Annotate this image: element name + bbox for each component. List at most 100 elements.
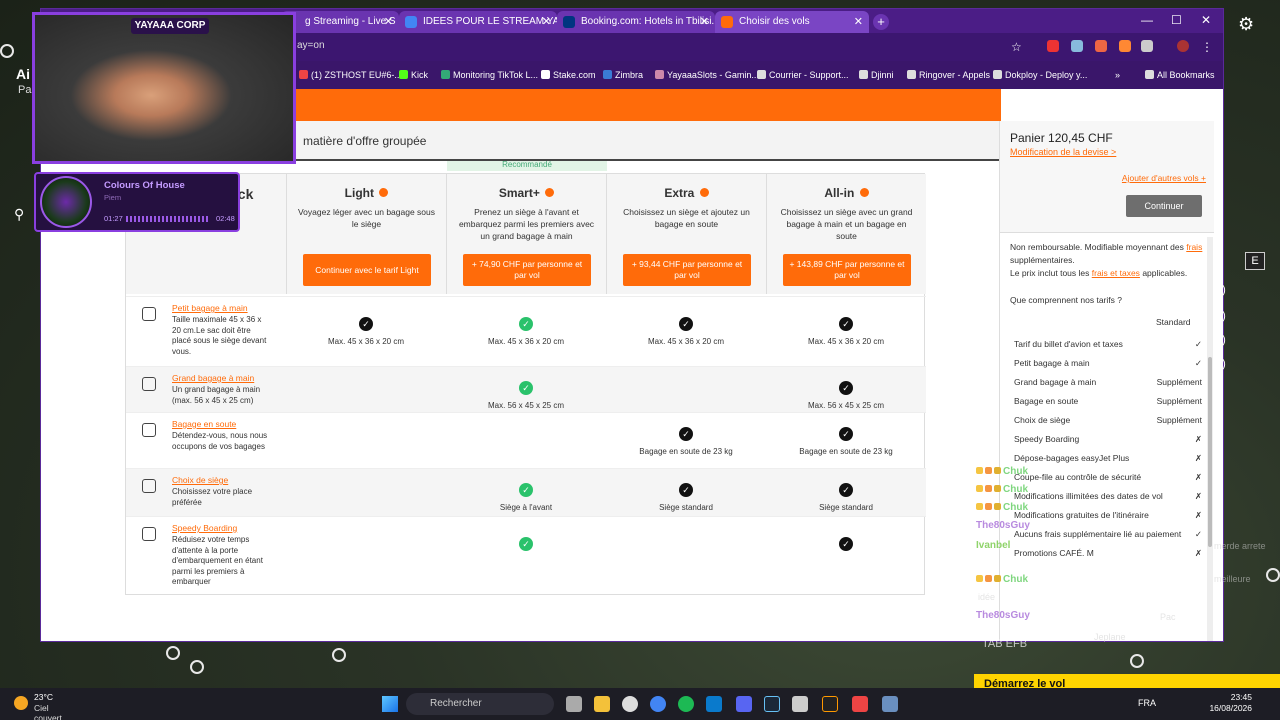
select-fare-button[interactable]: + 143,89 CHF par personne et par vol — [783, 254, 911, 286]
bookmark[interactable]: Ringover - Appels — [907, 70, 990, 80]
github-icon[interactable] — [622, 696, 638, 712]
star-icon[interactable]: ☆ — [1011, 40, 1023, 54]
fees-taxes-link[interactable]: frais et taxes — [1092, 268, 1140, 278]
tariff-item: Bagage en soute Supplément — [1014, 396, 1206, 406]
close-icon[interactable]: ✕ — [854, 11, 863, 33]
feature-name[interactable]: Bagage en soute — [172, 419, 236, 429]
close-icon[interactable]: ✕ — [384, 11, 393, 33]
chat-username[interactable]: Ivanbel — [976, 540, 1010, 551]
bookmark[interactable]: (1) ZSTHOST EU#6-... — [299, 70, 402, 80]
tab-idees[interactable]: IDEES POUR LE STREAM YAYAAA✕ — [399, 11, 557, 33]
badge-icon — [985, 503, 992, 510]
taskbar-search-input[interactable]: Rechercher — [406, 693, 554, 715]
steam-icon[interactable] — [764, 696, 780, 712]
app-icon[interactable] — [792, 696, 808, 712]
tariff-item-value: ✓ — [1194, 339, 1202, 349]
feature-name[interactable]: Choix de siège — [172, 475, 228, 485]
app-icon[interactable] — [852, 696, 868, 712]
extension-icon[interactable] — [1095, 40, 1107, 52]
info-icon[interactable] — [545, 188, 555, 197]
tab-streaming[interactable]: g Streaming - Live S ✕ — [281, 11, 399, 33]
tariff-item-label: Tarif du billet d'avion et taxes — [1014, 339, 1123, 349]
check-icon: ✓ — [519, 483, 533, 497]
cart-panel: Panier 120,45 CHF Modification de la dev… — [999, 121, 1214, 641]
chat-username[interactable]: Chuk — [976, 484, 1028, 495]
checklist-item: e) — [1216, 358, 1226, 370]
info-icon[interactable] — [379, 188, 389, 197]
discord-icon[interactable] — [736, 696, 752, 712]
bookmark[interactable]: Stake.com — [541, 70, 596, 80]
minimize-button[interactable]: — — [1141, 13, 1153, 27]
clock[interactable]: 23:45 16/08/2026 — [1206, 692, 1252, 714]
url-text[interactable]: ay=on — [297, 40, 325, 51]
tab-choisir-vols[interactable]: Choisir des vols ✕ — [715, 11, 869, 33]
maximize-button[interactable]: ☐ — [1171, 13, 1182, 27]
language-indicator[interactable]: FRA — [1138, 698, 1156, 708]
windows-start-icon[interactable] — [382, 696, 398, 712]
select-fare-button[interactable]: Continuer avec le tarif Light — [303, 254, 431, 286]
note-text: applicables. — [1142, 268, 1188, 278]
all-bookmarks[interactable]: All Bookmarks — [1145, 70, 1215, 80]
bookmark-label: Djinni — [871, 70, 894, 80]
badge-icon — [994, 575, 1001, 582]
bookmark-label: (1) ZSTHOST EU#6-... — [311, 70, 402, 80]
puzzle-icon[interactable] — [1141, 40, 1153, 52]
bag-icon — [142, 423, 156, 437]
chrome-icon[interactable] — [650, 696, 666, 712]
change-currency-link[interactable]: Modification de la devise > — [1010, 147, 1116, 157]
globe-icon — [993, 70, 1002, 79]
bookmark[interactable]: YayaaaSlots - Gamin... — [655, 70, 759, 80]
tariff-item: Modifications illimitées des dates de vo… — [1014, 491, 1206, 501]
extension-icon[interactable] — [1119, 40, 1131, 52]
new-tab-button[interactable]: + — [873, 14, 889, 30]
task-view-icon[interactable] — [566, 696, 582, 712]
fare-conditions: Non remboursable. Modifiable moyennant d… — [1010, 241, 1206, 280]
bookmark[interactable]: Kick — [399, 70, 428, 80]
bookmark[interactable]: Dokploy - Deploy y... — [993, 70, 1087, 80]
bookmark[interactable]: Djinni — [859, 70, 894, 80]
avatar[interactable] — [1177, 40, 1189, 52]
chat-username[interactable]: Chuk — [976, 466, 1028, 477]
search-icon[interactable]: ⚲ — [14, 206, 24, 223]
fees-link[interactable]: frais — [1186, 242, 1202, 252]
select-fare-button[interactable]: + 93,44 CHF par personne et par vol — [623, 254, 751, 286]
bookmark[interactable]: Monitoring TikTok L... — [441, 70, 538, 80]
extension-icon[interactable] — [1047, 40, 1059, 52]
feature-name[interactable]: Speedy Boarding — [172, 523, 237, 533]
add-flights-link[interactable]: Ajouter d'autres vols + — [1122, 173, 1206, 183]
spotify-icon[interactable] — [678, 696, 694, 712]
select-fare-button[interactable]: + 74,90 CHF par personne et par vol — [463, 254, 591, 286]
easyjet-icon — [721, 16, 733, 28]
chat-username[interactable]: The80sGuy — [976, 520, 1030, 531]
scrollbar[interactable] — [1207, 237, 1213, 641]
tariff-item: Dépose-bagages easyJet Plus ✗ — [1014, 453, 1206, 463]
feature-name[interactable]: Grand bagage à main — [172, 373, 254, 383]
feature-name[interactable]: Petit bagage à main — [172, 303, 248, 313]
bookmark[interactable]: Zimbra — [603, 70, 643, 80]
feature-cell-text: Bagage en soute de 23 kg — [639, 447, 733, 456]
file-explorer-icon[interactable] — [594, 696, 610, 712]
vscode-icon[interactable] — [706, 696, 722, 712]
continue-button[interactable]: Continuer — [1126, 195, 1202, 217]
bookmark-label: Zimbra — [615, 70, 644, 80]
info-icon[interactable] — [699, 188, 709, 197]
bookmarks-overflow[interactable]: » — [1115, 70, 1120, 80]
tab-booking[interactable]: Booking.com: Hotels in Tbilisi. B ✕ — [557, 11, 715, 33]
bookmark[interactable]: Courrier - Support... — [757, 70, 849, 80]
close-icon[interactable]: ✕ — [700, 11, 709, 33]
gear-icon[interactable]: ⚙ — [1238, 14, 1254, 35]
close-window-button[interactable]: ✕ — [1201, 13, 1211, 27]
menu-icon[interactable]: ⋮ — [1201, 40, 1213, 54]
scrollbar-thumb[interactable] — [1208, 357, 1212, 547]
zimbra-icon — [603, 70, 612, 79]
close-icon[interactable]: ✕ — [542, 11, 551, 33]
chat-username[interactable]: Chuk — [976, 502, 1028, 513]
extension-icon[interactable] — [1071, 40, 1083, 52]
app-icon[interactable] — [882, 696, 898, 712]
chat-username[interactable]: Chuk — [976, 574, 1028, 585]
info-icon[interactable] — [859, 188, 869, 197]
tab-label: Booking.com: Hotels in Tbilisi. B — [581, 16, 715, 27]
fare-column: Smart+ Prenez un siège à l'avant et emba… — [446, 174, 606, 294]
chat-username[interactable]: The80sGuy — [976, 610, 1030, 621]
app-icon[interactable] — [822, 696, 838, 712]
